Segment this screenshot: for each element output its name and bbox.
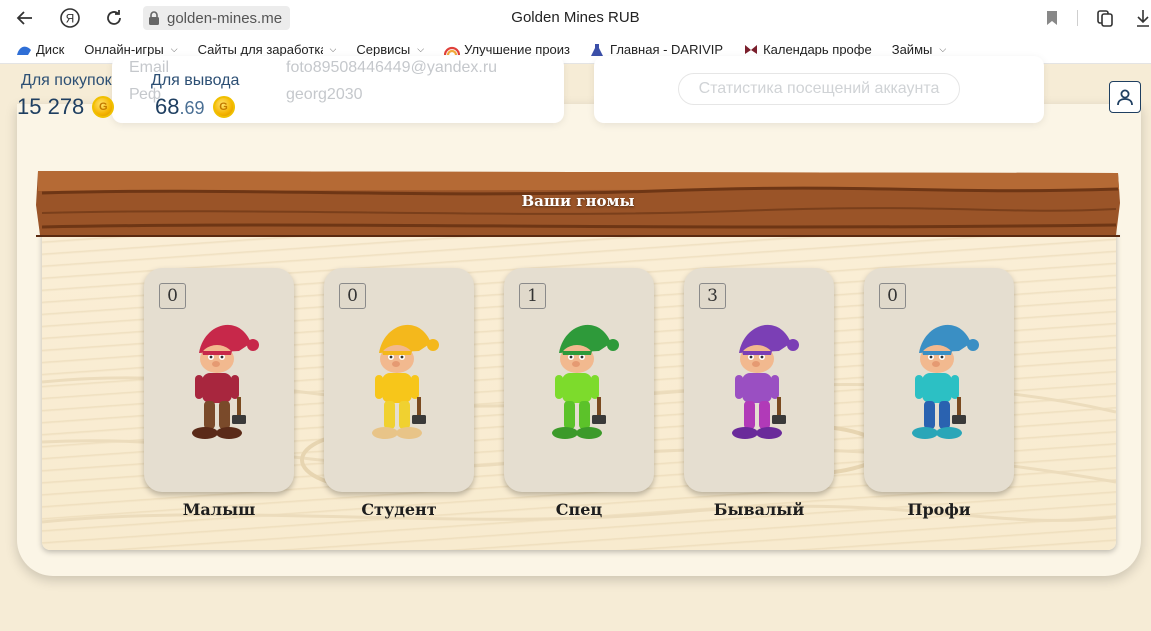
- bookmark-label: Диск: [36, 42, 65, 57]
- gnome-count: 3: [699, 283, 726, 309]
- back-arrow-icon[interactable]: [12, 6, 38, 30]
- toolbar-divider: [1077, 10, 1078, 26]
- bookmark-calendar[interactable]: Календарь профе: [743, 42, 872, 57]
- bookmark-label: Сайты для заработка: [197, 42, 323, 57]
- bookmark-darivip[interactable]: Главная - DARIVIP: [590, 42, 723, 57]
- gnome-card[interactable]: 1: [504, 268, 654, 492]
- gnome-icon: [552, 324, 619, 439]
- butterfly-icon: [743, 43, 759, 57]
- collections-icon[interactable]: [1094, 7, 1116, 29]
- gnome-count: 0: [339, 283, 366, 309]
- bookmark-folder-loans[interactable]: Займы ⌵: [892, 42, 946, 57]
- gold-coin-icon: G: [92, 96, 115, 118]
- withdraw-balance-label: Для вывода: [151, 72, 240, 89]
- gnome-icon: [912, 324, 979, 439]
- bookmark-folder-earnings[interactable]: Сайты для заработка ⌵: [198, 42, 337, 57]
- svg-text:Я: Я: [66, 12, 75, 26]
- gnome-card[interactable]: 0: [144, 268, 294, 492]
- bookmark-label: Сервисы: [356, 42, 411, 57]
- gnome-count: 1: [519, 283, 546, 309]
- lock-icon: [149, 11, 159, 25]
- gnome-count: 0: [159, 283, 186, 309]
- purchase-balance-value: 15 278: [17, 94, 85, 119]
- user-icon: [1117, 89, 1133, 106]
- bookmark-label: Календарь профе: [763, 42, 872, 57]
- gnome-name: Студент: [361, 500, 437, 519]
- bookmark-label: Главная - DARIVIP: [610, 42, 724, 57]
- url-text: golden-mines.me: [167, 9, 283, 27]
- withdraw-balance-value: 68.69: [155, 94, 205, 119]
- bookmark-disk[interactable]: Диск: [16, 42, 64, 57]
- gnome-name: Профи: [907, 500, 971, 519]
- gnomes-title: Ваши гномы: [521, 192, 635, 210]
- gnome-name: Спец: [555, 500, 603, 519]
- gnome-name: Бывалый: [713, 500, 805, 519]
- gnome-count: 0: [879, 283, 906, 309]
- bookmark-label: Улучшение произ: [464, 42, 571, 57]
- bookmark-icon[interactable]: [1041, 7, 1063, 29]
- address-bar[interactable]: golden-mines.me: [143, 6, 291, 30]
- gold-coin-icon: G: [212, 96, 235, 118]
- gnome-name: Малыш: [182, 500, 256, 519]
- chevron-down-icon: ⌵: [939, 44, 947, 54]
- bookmark-improvement[interactable]: Улучшение произ: [444, 42, 570, 57]
- chevron-down-icon: ⌵: [170, 44, 178, 54]
- gnome-icon: [192, 324, 259, 439]
- gnome-card[interactable]: 0: [324, 268, 474, 492]
- gnome-card[interactable]: 3: [684, 268, 834, 492]
- flask-icon: [590, 43, 606, 57]
- chevron-down-icon: ⌵: [417, 44, 425, 54]
- bookmark-label: Займы: [891, 42, 933, 57]
- user-profile-button[interactable]: [1109, 81, 1141, 113]
- download-icon[interactable]: [1135, 7, 1151, 29]
- yandex-icon[interactable]: Я: [57, 6, 83, 30]
- browser-toolbar: Я golden-mines.me Golden Mines RUB: [0, 0, 1151, 36]
- withdraw-balance: 68.69 G: [155, 94, 235, 120]
- reload-icon[interactable]: [101, 6, 127, 30]
- gnome-icon: [732, 324, 799, 439]
- purchase-balance-label: Для покупок: [21, 72, 112, 89]
- purchase-balance: 15 278 G: [17, 94, 115, 120]
- bookmark-label: Онлайн-игры: [84, 42, 164, 57]
- rainbow-icon: [444, 43, 461, 57]
- chevron-down-icon: ⌵: [329, 44, 337, 54]
- gnome-card[interactable]: 0: [864, 268, 1014, 492]
- bookmark-folder-services[interactable]: Сервисы ⌵: [356, 42, 424, 57]
- bookmark-folder-games[interactable]: Онлайн-игры ⌵: [84, 42, 177, 57]
- gnome-icon: [372, 324, 439, 439]
- cloud-icon: [16, 43, 32, 57]
